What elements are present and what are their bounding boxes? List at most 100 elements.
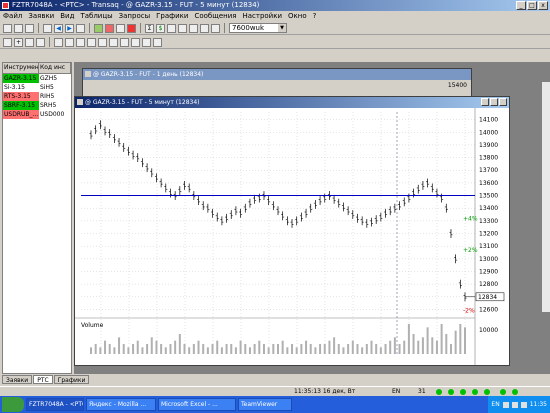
taskbar-item-excel[interactable]: Microsoft Excel - ... (158, 398, 236, 411)
volume-bar (333, 337, 336, 354)
menu-messages[interactable]: Сообщения (194, 11, 236, 22)
eraser-icon[interactable] (36, 37, 45, 47)
five-min-chart-window[interactable]: @ GAZR-3.15 - FUT - 5 минут (12834) 1410… (74, 96, 510, 366)
news-icon[interactable] (178, 23, 187, 33)
volume-bar (127, 347, 130, 354)
volume-bar (337, 344, 340, 354)
maximize-button[interactable]: □ (527, 1, 537, 10)
table-row[interactable]: GAZR-3.15 GZH5 (3, 74, 71, 83)
toolbar-separator (140, 23, 141, 33)
back-arrow-icon[interactable]: ◀ (54, 23, 63, 33)
toolbar-separator (224, 23, 225, 33)
table-row[interactable]: RTS-3.15 RIH5 (3, 92, 71, 101)
channel-icon[interactable] (65, 37, 74, 47)
tray-icon[interactable] (502, 401, 509, 408)
tab-charts[interactable]: Графики (53, 375, 90, 384)
menu-settings[interactable]: Настройки (242, 11, 282, 22)
list-icon[interactable] (211, 23, 220, 33)
taskbar-item-transaq[interactable]: FZTR7048A - <РТС... (26, 398, 84, 411)
sell-icon[interactable] (105, 23, 114, 33)
mdi-scrollbar[interactable] (542, 82, 550, 312)
menu-tables[interactable]: Таблицы (80, 11, 112, 22)
volume-bar (160, 344, 163, 354)
crosshair-icon[interactable]: + (14, 37, 23, 47)
account-combo[interactable]: 7600wuk ▼ (229, 23, 287, 33)
menu-charts[interactable]: Графики (156, 11, 188, 22)
hline-icon[interactable] (98, 37, 107, 47)
connection-indicator-icon (448, 389, 454, 395)
chart-minimize-button[interactable] (481, 98, 489, 106)
column-header-instrument[interactable]: Инструмент (3, 63, 39, 73)
cursor-icon[interactable] (3, 37, 12, 47)
mail-icon[interactable] (189, 23, 198, 33)
table-icon[interactable] (43, 23, 52, 33)
tray-icon[interactable] (520, 401, 527, 408)
table-row[interactable]: Si-3.15 SiH5 (3, 83, 71, 92)
pencil-icon[interactable] (25, 37, 34, 47)
clock-icon[interactable] (167, 23, 176, 33)
volume-bar (464, 327, 466, 354)
taskbar-item-firefox[interactable]: Яндекс - Mozilla ... (86, 398, 156, 411)
y-tick-label: 12600 (479, 306, 498, 313)
volume-bar (370, 340, 373, 354)
text-tool-icon[interactable] (87, 37, 96, 47)
fibo-icon[interactable] (76, 37, 85, 47)
chart-icon[interactable] (76, 23, 85, 33)
open-icon[interactable] (3, 23, 12, 33)
print-icon[interactable] (25, 23, 34, 33)
minimize-button[interactable]: _ (516, 1, 526, 10)
volume-bar (113, 347, 116, 354)
chart-close-button[interactable] (499, 98, 507, 106)
connection-indicator-icon (500, 389, 506, 395)
volume-bar (305, 340, 308, 354)
line-icon[interactable] (54, 37, 63, 47)
buy-icon[interactable] (94, 23, 103, 33)
daily-chart-titlebar[interactable]: @ GAZR-3.15 - FUT - 1 день (12834) (83, 69, 471, 80)
stop-icon[interactable] (127, 23, 136, 33)
volume-bar (164, 347, 167, 354)
trend-icon[interactable] (142, 37, 151, 47)
volume-bar (431, 337, 434, 354)
menu-file[interactable]: Файл (3, 11, 22, 22)
save-icon[interactable] (14, 23, 23, 33)
instrument-code: SRH5 (40, 102, 57, 109)
menu-view[interactable]: Вид (60, 11, 74, 22)
dollar-icon[interactable]: $ (156, 23, 165, 33)
sigma-icon[interactable]: Σ (145, 23, 154, 33)
daily-price-label: 15400 (447, 82, 467, 89)
volume-bar (300, 344, 303, 354)
taskbar-item-teamviewer[interactable]: TeamViewer (238, 398, 292, 411)
close-button[interactable]: x (538, 1, 548, 10)
toolbar-separator (38, 23, 39, 33)
volume-bar (258, 340, 261, 354)
start-button[interactable] (2, 397, 24, 412)
menu-help[interactable]: ? (313, 11, 317, 22)
volume-bar (328, 340, 331, 354)
tray-icon[interactable] (511, 401, 518, 408)
rectangle-icon[interactable] (120, 37, 129, 47)
chart-maximize-button[interactable] (490, 98, 498, 106)
vline-icon[interactable] (109, 37, 118, 47)
volume-bar (122, 344, 125, 354)
indicator-icon[interactable] (153, 37, 162, 47)
orders-icon[interactable] (116, 23, 125, 33)
column-header-code[interactable]: Код инс (39, 63, 71, 73)
tab-rts[interactable]: РТС (33, 375, 53, 384)
menu-window[interactable]: Окно (288, 11, 307, 22)
app-icon (2, 2, 9, 9)
menu-requests[interactable]: Запросы (119, 11, 150, 22)
instrument-table-header: Инструмент Код инс (3, 63, 71, 74)
menu-orders[interactable]: Заявки (28, 11, 54, 22)
price-chart[interactable]: 14100 14000 13900 13800 13700 13600 13500 13400… (75, 108, 509, 365)
table-row[interactable]: USDRUB_... USD000 (3, 110, 71, 119)
ellipse-icon[interactable] (131, 37, 140, 47)
forward-arrow-icon[interactable]: ▶ (65, 23, 74, 33)
tab-orders[interactable]: Заявки (2, 375, 33, 384)
volume-bar (389, 340, 392, 354)
tray-lang[interactable]: EN (491, 401, 499, 408)
volume-bar (244, 344, 247, 354)
five-min-chart-titlebar[interactable]: @ GAZR-3.15 - FUT - 5 минут (12834) (75, 97, 509, 108)
chevron-down-icon[interactable]: ▼ (278, 24, 286, 32)
table-row[interactable]: SBRF-3.15 SRH5 (3, 101, 71, 110)
portfolio-icon[interactable] (200, 23, 209, 33)
